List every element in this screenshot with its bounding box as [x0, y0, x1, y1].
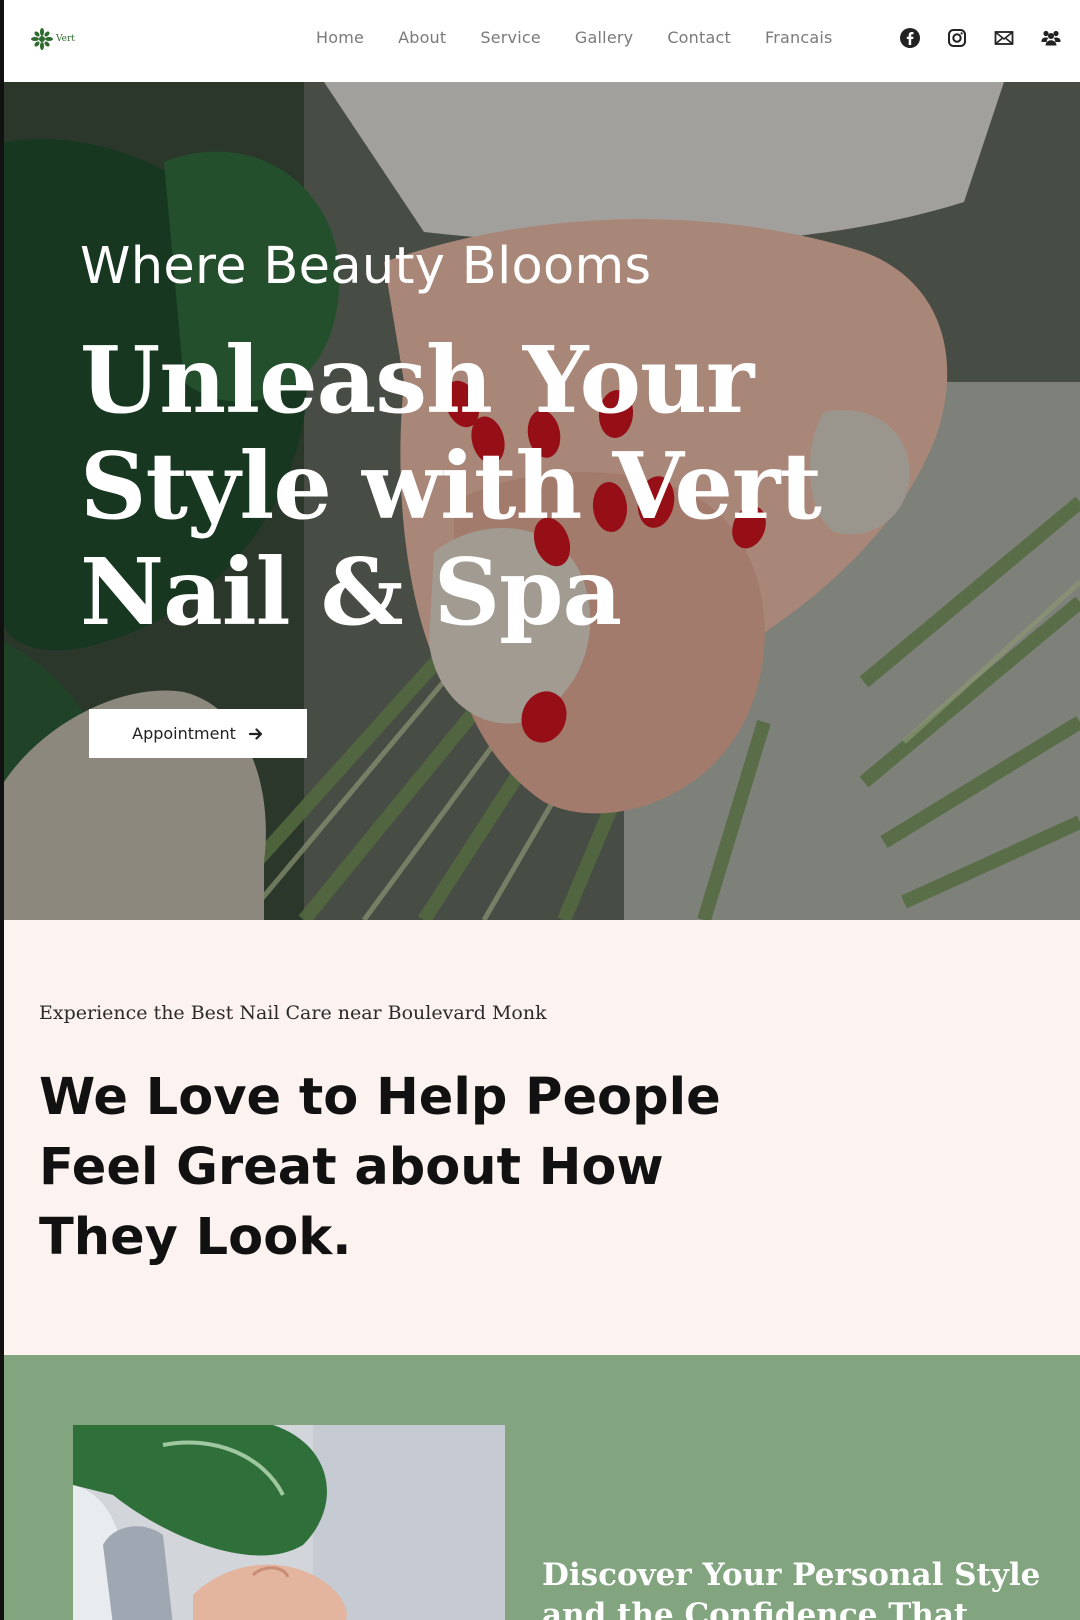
- hero-section: Where Beauty Blooms Unleash Your Style w…: [4, 82, 1080, 920]
- group-icon[interactable]: [1040, 27, 1062, 49]
- brand-logo[interactable]: Vert: [31, 28, 75, 50]
- arrow-right-icon: [248, 727, 262, 740]
- instagram-icon[interactable]: [946, 27, 968, 49]
- nav-links: Home About Service Gallery Contact Franc…: [316, 28, 867, 47]
- mail-icon[interactable]: [993, 27, 1015, 49]
- feature-heading: Discover Your Personal Style and the Con…: [542, 1557, 1041, 1620]
- intro-section: Experience the Best Nail Care near Boule…: [4, 920, 1080, 1355]
- feature-photo: [73, 1425, 505, 1620]
- hero-title: Unleash Your Style with Vert Nail & Spa: [80, 326, 822, 646]
- intro-kicker: Experience the Best Nail Care near Boule…: [39, 1002, 547, 1024]
- logo-text: Vert: [56, 33, 75, 44]
- social-icons: [899, 27, 1062, 49]
- lotus-logo-icon: [31, 28, 53, 50]
- nav-link-francais[interactable]: Francais: [765, 28, 833, 47]
- appointment-button[interactable]: Appointment: [89, 709, 307, 758]
- top-nav: Vert Home About Service Gallery Contact …: [4, 0, 1080, 82]
- nav-link-about[interactable]: About: [398, 28, 446, 47]
- hero-eyebrow: Where Beauty Blooms: [80, 237, 652, 296]
- nav-link-service[interactable]: Service: [480, 28, 541, 47]
- appointment-button-label: Appointment: [132, 724, 236, 743]
- intro-heading: We Love to Help People Feel Great about …: [39, 1068, 721, 1267]
- nav-link-gallery[interactable]: Gallery: [575, 28, 633, 47]
- nav-link-contact[interactable]: Contact: [667, 28, 731, 47]
- facebook-icon[interactable]: [899, 27, 921, 49]
- nav-link-home[interactable]: Home: [316, 28, 364, 47]
- feature-section: Discover Your Personal Style and the Con…: [4, 1355, 1080, 1620]
